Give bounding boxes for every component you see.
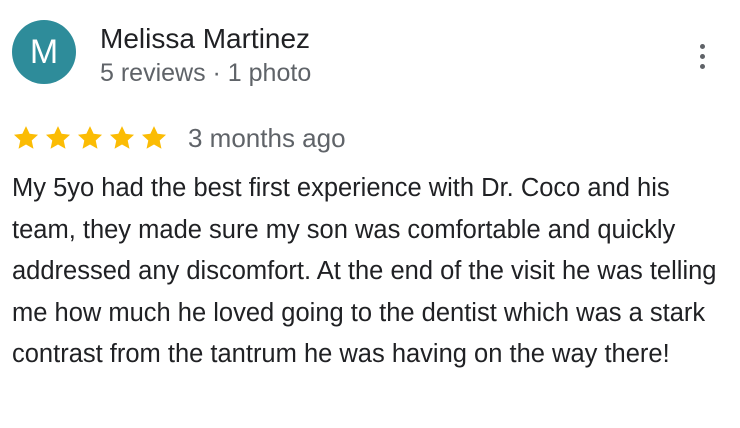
review-date: 3 months ago [188, 123, 346, 153]
star-icon [76, 124, 104, 152]
star-icon [12, 124, 40, 152]
review-card: M Melissa Martinez 5 reviews · 1 photo 3… [0, 0, 740, 428]
star-icon [44, 124, 72, 152]
star-icon [108, 124, 136, 152]
star-rating [12, 124, 168, 152]
review-text: My 5yo had the best first experience wit… [12, 174, 717, 368]
more-vertical-icon [699, 43, 705, 49]
star-icon [140, 124, 168, 152]
reviewer-meta: 5 reviews · 1 photo [100, 59, 312, 87]
more-vertical-icon-dot [699, 53, 705, 59]
reviewer-name[interactable]: Melissa Martinez [100, 22, 310, 56]
more-vertical-icon-dot [699, 63, 705, 69]
rating-row: 3 months ago [12, 120, 346, 156]
avatar[interactable]: M [12, 20, 76, 84]
more-options-button[interactable] [682, 34, 722, 78]
